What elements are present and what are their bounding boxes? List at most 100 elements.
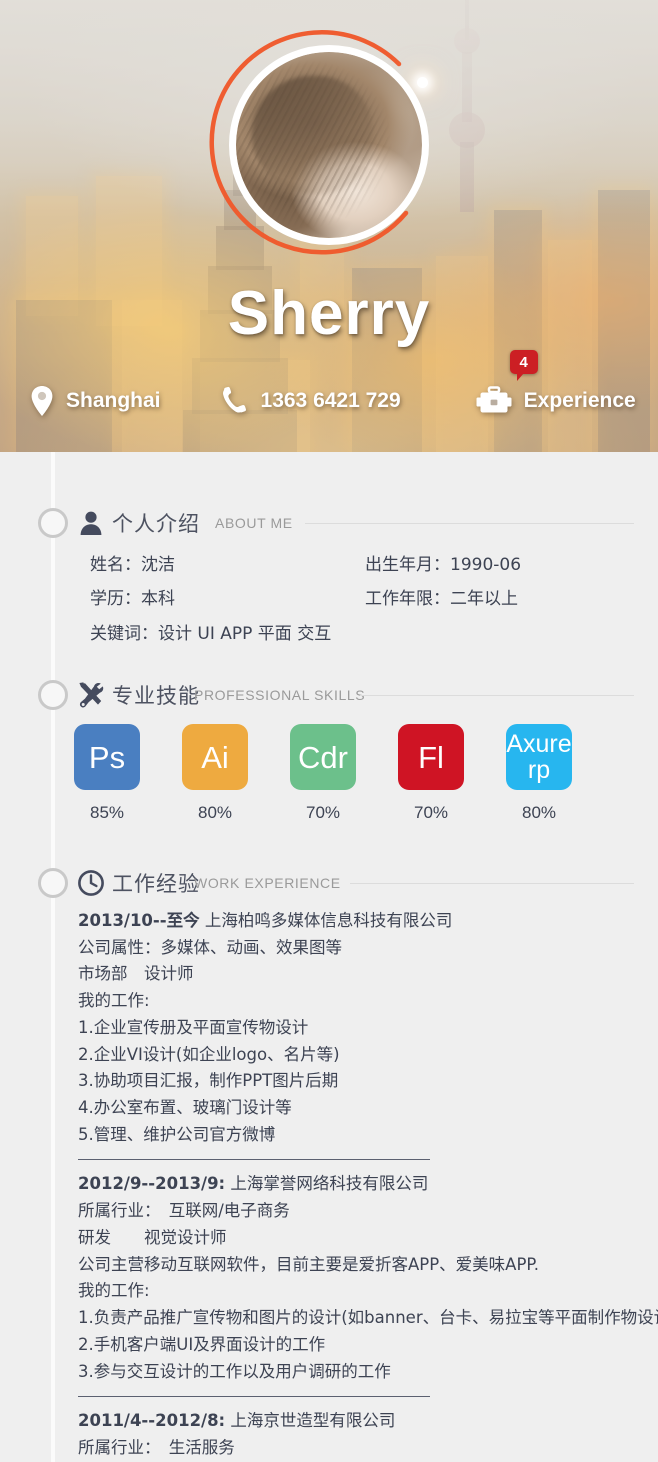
avatar-hair-strands	[236, 52, 422, 238]
contact-location: Shanghai	[30, 385, 161, 417]
skill-percent: 70%	[413, 803, 449, 822]
section-skills-title-en: PROFESSIONAL SKILLS	[194, 687, 366, 703]
job-bullet: 3.参与交互设计的工作以及用户调研的工作	[78, 1361, 391, 1381]
job-period: 2013/10--至今	[78, 911, 200, 930]
skill-percent: 70%	[305, 803, 341, 822]
timeline-node-about	[38, 508, 68, 538]
job-detail-line: 研发 视觉设计师	[78, 1227, 227, 1247]
skill-label: Cdr	[298, 739, 348, 775]
about-me-fields: 姓名：沈洁 出生年月：1990-06 学历：本科 工作年限：二年以上 关键词：设…	[90, 552, 610, 647]
job-bullet-list: 1.企业宣传册及平面宣传物设计 2.企业VI设计(如企业logo、名片等) 3.协助…	[78, 1015, 638, 1149]
section-work-experience: 工作经验 WORK EXPERIENCE 2013/10--至今 上海柏鸣多媒体…	[0, 862, 658, 1457]
avatar	[209, 30, 429, 255]
skill-percent: 80%	[197, 803, 233, 822]
job-detail-line: 我的工作:	[78, 1281, 150, 1301]
contact-row: Shanghai 1363 6421 729 4 Experience	[0, 350, 658, 417]
about-field-education: 学历：本科	[90, 589, 175, 610]
contact-location-label: Shanghai	[66, 389, 161, 412]
about-field-keywords: 关键词：设计 UI APP 平面 交互	[90, 623, 332, 644]
work-experience-item: 2011/4--2012/8: 上海京世造型有限公司所属行业： 生活服务广告部 …	[78, 1396, 638, 1462]
about-field-birth: 出生年月：1990-06	[365, 555, 522, 575]
skill-badge: Ps	[74, 724, 140, 790]
job-detail-line: 公司主营移动互联网软件，目前主要是爱折客APP、爱美味APP.	[78, 1254, 540, 1274]
job-header: 2011/4--2012/8: 上海京世造型有限公司	[78, 1408, 638, 1435]
skill-badge: Ai	[182, 724, 248, 790]
resume-body: 个人介绍 ABOUT ME 姓名：沈洁 出生年月：1990-06 学历：本科 工…	[0, 452, 658, 1462]
skill-label: Ai	[201, 739, 229, 775]
work-experience-item: 2012/9--2013/9: 上海掌誉网络科技有限公司所属行业： 互联网/电子…	[78, 1159, 658, 1385]
about-field-name: 姓名：沈洁	[90, 555, 175, 575]
phone-icon	[221, 386, 249, 416]
section-skills-header: 专业技能 PROFESSIONAL SKILLS	[0, 674, 658, 716]
job-bullet: 5.管理、维护公司官方微博	[78, 1124, 276, 1144]
skill-item: Axure rp 80%	[506, 724, 572, 823]
avatar-photo	[236, 52, 422, 238]
section-skills-title-cn: 专业技能	[112, 684, 200, 708]
skill-percent: 80%	[521, 803, 557, 822]
work-experience-item: 2013/10--至今 上海柏鸣多媒体信息科技有限公司 公司属性：多媒体、动画、效…	[78, 908, 638, 1148]
skill-label: Ps	[88, 739, 126, 775]
contact-phone-number: 1363 6421 729	[260, 389, 401, 412]
section-about-me-header: 个人介绍 ABOUT ME	[0, 502, 658, 544]
resume-page: Sherry Shanghai 1363 6421 729 4 Experien…	[0, 0, 658, 1462]
job-header: 2012/9--2013/9: 上海掌誉网络科技有限公司	[78, 1171, 638, 1198]
job-bullet: 3.协助项目汇报，制作PPT图片后期	[78, 1071, 339, 1091]
skill-item: Fl 70%	[398, 724, 464, 823]
section-skills: 专业技能 PROFESSIONAL SKILLS Ps 85% Ai 80% Cdr 70…	[0, 674, 658, 854]
section-work-title-cn: 工作经验	[112, 872, 200, 896]
section-skills-rule	[360, 695, 634, 696]
clock-icon	[76, 868, 106, 898]
skill-item: Cdr 70%	[290, 724, 356, 823]
skill-badge: Cdr	[290, 724, 356, 790]
job-company: 上海柏鸣多媒体信息科技有限公司	[199, 911, 453, 930]
job-header: 2013/10--至今 上海柏鸣多媒体信息科技有限公司	[78, 908, 638, 935]
timeline-node-skills	[38, 680, 68, 710]
about-field-years: 工作年限：二年以上	[365, 589, 518, 610]
job-detail-line: 公司属性：多媒体、动画、效果图等	[78, 937, 342, 957]
skill-badge: Fl	[398, 724, 464, 790]
job-period: 2012/9--2013/9:	[78, 1174, 226, 1194]
skills-list: Ps 85% Ai 80% Cdr 70% Fl 70% Axure rp 80%	[74, 724, 614, 823]
skill-badge: Axure rp	[506, 724, 572, 790]
skill-item: Ps 85%	[74, 724, 140, 823]
skill-label-line2: rp	[527, 756, 551, 784]
section-about-me-title-cn: 个人介绍	[112, 512, 200, 536]
section-work-header: 工作经验 WORK EXPERIENCE	[0, 862, 658, 904]
hero-header: Sherry Shanghai 1363 6421 729 4 Experien…	[0, 0, 658, 452]
skill-label-line1: Axure	[506, 729, 572, 758]
job-detail-line: 所属行业： 互联网/电子商务	[78, 1201, 290, 1221]
skill-percent: 85%	[89, 803, 125, 822]
section-work-rule	[350, 883, 634, 884]
skill-item: Ai 80%	[182, 724, 248, 823]
work-experience-list: 2013/10--至今 上海柏鸣多媒体信息科技有限公司 公司属性：多媒体、动画、效…	[78, 908, 658, 1462]
job-bullet: 1.企业宣传册及平面宣传物设计	[78, 1017, 309, 1037]
job-company: 上海京世造型有限公司	[225, 1411, 396, 1431]
contact-experience-label: Experience	[523, 389, 636, 412]
job-bullet: 1.负责产品推广宣传物和图片的设计(如banner、台卡、易拉宝等平面制作物设计…	[78, 1308, 658, 1328]
job-detail-line: 市场部 设计师	[78, 964, 194, 984]
section-about-me-rule	[305, 523, 634, 524]
experience-count-badge: 4	[509, 350, 538, 381]
section-work-title-en: WORK EXPERIENCE	[194, 875, 341, 891]
section-about-me: 个人介绍 ABOUT ME 姓名：沈洁 出生年月：1990-06 学历：本科 工…	[0, 502, 658, 662]
job-bullet: 2.企业VI设计(如企业logo、名片等)	[78, 1044, 340, 1064]
avatar-ring	[229, 45, 429, 245]
job-detail-line: 我的工作:	[78, 991, 150, 1011]
job-period: 2011/4--2012/8:	[78, 1411, 226, 1431]
job-bullet: 2.手机客户端UI及界面设计的工作	[78, 1334, 326, 1354]
timeline-node-work	[38, 868, 68, 898]
job-bullet: 4.办公室布置、玻璃门设计等	[78, 1098, 292, 1118]
section-about-me-title-en: ABOUT ME	[215, 515, 293, 531]
skill-label: Fl	[418, 739, 444, 775]
page-title: Sherry	[227, 279, 431, 348]
job-company: 上海掌誉网络科技有限公司	[225, 1174, 429, 1194]
tools-icon	[76, 680, 106, 710]
person-icon	[76, 508, 106, 538]
job-bullet-list: 1.负责产品推广宣传物和图片的设计(如banner、台卡、易拉宝等平面制作物设计…	[78, 1305, 658, 1385]
job-detail-line: 所属行业： 生活服务	[78, 1437, 235, 1457]
briefcase-icon	[476, 386, 512, 416]
contact-experience: 4 Experience	[476, 350, 636, 416]
map-pin-icon	[30, 385, 54, 417]
contact-phone: 1363 6421 729	[221, 386, 401, 416]
progress-arc-endpoint-icon	[417, 77, 428, 88]
